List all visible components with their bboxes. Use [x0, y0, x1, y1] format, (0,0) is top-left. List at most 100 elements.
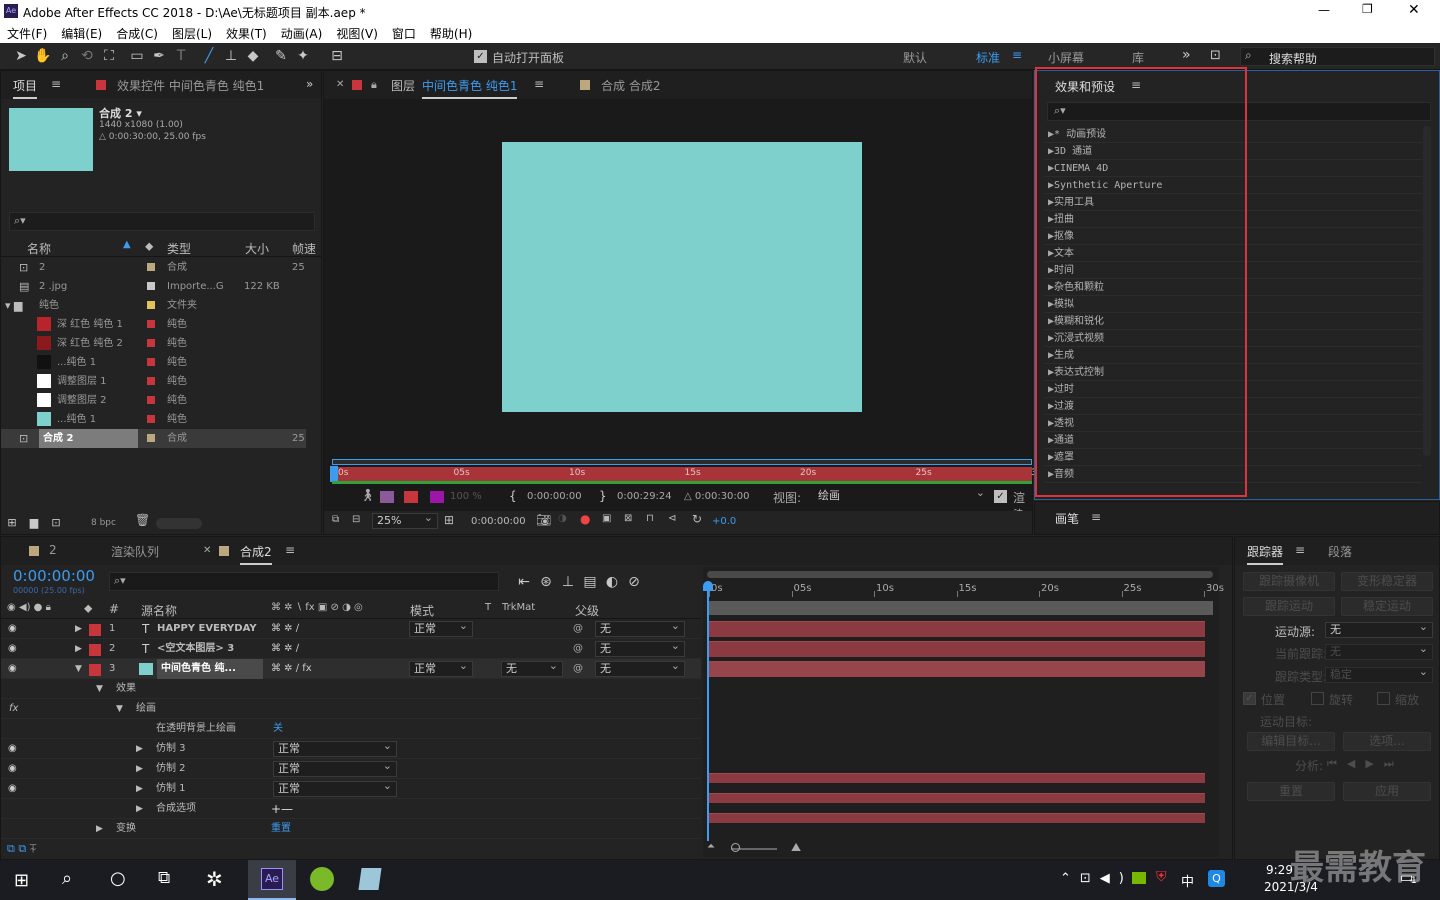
- col-source-name[interactable]: 源名称: [141, 602, 177, 619]
- out-time[interactable]: 0:00:29:24: [617, 491, 672, 502]
- layer-name[interactable]: 中间色青色 纯...: [157, 659, 263, 679]
- tab-effect-controls[interactable]: 效果控件 中间色青色 纯色1: [117, 77, 264, 94]
- 3d-view-icon[interactable]: ⊓: [646, 513, 654, 524]
- layer-row[interactable]: ◉ ▼ 3 中间色青色 纯... ⌘ ✲ ∕ fx 正常 无 @ 无: [1, 659, 701, 679]
- new-comp-icon[interactable]: ⊡: [45, 513, 67, 533]
- menu-view[interactable]: 视图(V): [329, 23, 385, 44]
- layer-row[interactable]: ◉ ▶ 2 T <空文本图层> 3 ⌘ ✲ ∕ @ 无: [1, 639, 701, 659]
- ime-indicator[interactable]: 中: [1181, 871, 1194, 890]
- resolution-icon[interactable]: ⊞: [444, 513, 454, 527]
- visibility-eye-icon[interactable]: ◉: [8, 779, 17, 799]
- pick-whip-icon[interactable]: @: [573, 639, 583, 659]
- menu-animation[interactable]: 动画(A): [274, 23, 330, 44]
- composite-options[interactable]: 合成选项: [156, 799, 196, 819]
- hide-shy-icon[interactable]: ⊥: [557, 572, 579, 592]
- tab-menu-icon[interactable]: ≡: [1295, 543, 1305, 557]
- project-item[interactable]: 深 红色 纯色 1 纯色: [1, 315, 306, 334]
- blend-mode-dropdown[interactable]: 正常: [409, 619, 473, 637]
- transform-reset[interactable]: 重置: [271, 819, 291, 839]
- workspace-standard[interactable]: 标准: [976, 49, 1000, 66]
- expand-arrow-icon[interactable]: ▶: [136, 799, 143, 819]
- label-color[interactable]: [147, 415, 155, 423]
- track-type-dropdown[interactable]: 稳定: [1325, 665, 1433, 683]
- time-ruler[interactable]: 0s 05s 10s 15s 20s 25s 30s: [707, 581, 1224, 597]
- channel-icon[interactable]: ●: [580, 512, 590, 526]
- color-swatch[interactable]: [430, 491, 444, 503]
- edit-target-button[interactable]: 编辑目标...: [1247, 732, 1335, 751]
- workspace-default[interactable]: 默认: [903, 49, 927, 66]
- brush-tool-icon[interactable]: ╱: [198, 46, 220, 66]
- opacity-value[interactable]: 100 %: [450, 491, 482, 502]
- toggle-transparency-icon[interactable]: ▣: [602, 513, 611, 524]
- pinwheel-app-icon[interactable]: ✲: [206, 867, 223, 891]
- project-item[interactable]: ⊡ 2 合成 25: [1, 258, 306, 277]
- current-time[interactable]: 0:00:00:00: [471, 516, 526, 527]
- paint-on-transparent-value[interactable]: 关: [273, 719, 283, 739]
- tray-icons[interactable]: ⌃⊡◀): [1060, 871, 1133, 886]
- tab-2[interactable]: 2: [49, 543, 57, 557]
- frame-blend-icon[interactable]: ▤: [579, 572, 601, 592]
- menu-layer[interactable]: 图层(L): [165, 23, 219, 44]
- project-item[interactable]: ▤ 2 .jpg Importe...G 122 KB: [1, 277, 306, 296]
- toggle-modes-icon[interactable]: ⧉: [18, 842, 26, 855]
- close-button[interactable]: ✕: [1408, 2, 1420, 18]
- expand-arrow-icon[interactable]: ▶: [136, 779, 143, 799]
- draft-3d-icon[interactable]: ⊛: [535, 572, 557, 592]
- zoom-out-icon[interactable]: ⏶: [707, 841, 715, 852]
- layer-name[interactable]: HAPPY EVERYDAY: [157, 619, 257, 639]
- zoom-tool-icon[interactable]: ⌕: [54, 46, 76, 66]
- toggle-switches-icon[interactable]: ⧉: [7, 842, 15, 855]
- viewer-time-ruler[interactable]: 0s05s10s15s20s25s30: [330, 458, 1042, 482]
- layer-switches[interactable]: ⌘ ✲ ∕ fx: [271, 659, 312, 679]
- task-view-icon[interactable]: ⧉: [158, 868, 170, 888]
- project-search-input[interactable]: ⌕▾: [9, 212, 315, 231]
- label-color[interactable]: [147, 282, 155, 290]
- paint-icon[interactable]: [404, 491, 418, 503]
- zoom-in-icon[interactable]: ⛰︎: [791, 840, 801, 855]
- tab-layer[interactable]: 中间色青色 纯色1: [422, 77, 518, 99]
- visibility-eye-icon[interactable]: ◉: [8, 639, 17, 659]
- layer-bar-2[interactable]: [709, 641, 1205, 657]
- current-track-dropdown[interactable]: 无: [1325, 642, 1433, 660]
- expand-arrow-icon[interactable]: ▶: [96, 819, 103, 839]
- more-workspaces-icon[interactable]: »: [1182, 47, 1191, 63]
- project-item[interactable]: 调整图层 1 纯色: [1, 372, 306, 391]
- layer-bar-1[interactable]: [709, 621, 1205, 637]
- visibility-eye-icon[interactable]: ◉: [8, 619, 17, 639]
- layer-view-icon[interactable]: ⊲: [668, 513, 676, 524]
- in-time[interactable]: 0:00:00:00: [527, 491, 582, 502]
- menu-window[interactable]: 窗口: [385, 23, 423, 44]
- shield-icon[interactable]: ⛨: [1156, 869, 1167, 885]
- roto-brush-icon[interactable]: ✎: [270, 46, 292, 66]
- transform-group[interactable]: 变换: [116, 819, 136, 839]
- tab-render-queue[interactable]: 渲染队列: [111, 543, 159, 560]
- expand-arrow-icon[interactable]: ▶: [75, 619, 82, 639]
- clone-stroke-1[interactable]: 仿制 1: [156, 779, 186, 799]
- close-tab-icon[interactable]: ✕: [203, 545, 211, 556]
- project-item[interactable]: ⊡ 合成 2 合成 25: [1, 429, 306, 448]
- scale-checkbox[interactable]: [1377, 692, 1390, 705]
- after-effects-taskbar-icon[interactable]: Ae: [248, 860, 296, 900]
- blend-mode-dropdown[interactable]: 正常: [409, 659, 473, 677]
- menu-effect[interactable]: 效果(T): [219, 23, 274, 44]
- apply-button[interactable]: 应用: [1343, 782, 1431, 801]
- panel-overflow-icon[interactable]: »: [306, 77, 313, 91]
- tab-layer-prefix[interactable]: 图层: [391, 77, 415, 94]
- col-size[interactable]: 大小: [245, 240, 269, 257]
- motion-source-dropdown[interactable]: 无: [1325, 620, 1433, 638]
- toggle-mask-icon[interactable]: ⊠: [624, 513, 632, 524]
- stroke-mode-dropdown[interactable]: 正常: [273, 779, 397, 797]
- walk-icon[interactable]: 🚶︎: [360, 488, 375, 502]
- tab-comp[interactable]: 合成 合成2: [601, 77, 660, 94]
- search-help-box[interactable]: ⌕ 搜索帮助: [1240, 47, 1435, 66]
- property-row[interactable]: fx ▼ 绘画: [1, 699, 701, 719]
- expand-arrow-icon[interactable]: ▼: [116, 699, 123, 719]
- visibility-eye-icon[interactable]: ◉: [8, 759, 17, 779]
- label-color[interactable]: [89, 664, 101, 676]
- cortana-icon[interactable]: ○: [110, 868, 126, 889]
- camera-tool-icon[interactable]: ⟲: [76, 46, 98, 66]
- clock-time[interactable]: 9:29: [1266, 863, 1293, 877]
- expand-arrow-icon[interactable]: ▼: [96, 679, 103, 699]
- parent-dropdown[interactable]: 无: [595, 619, 685, 637]
- show-snapshot-icon[interactable]: ◑: [558, 513, 567, 524]
